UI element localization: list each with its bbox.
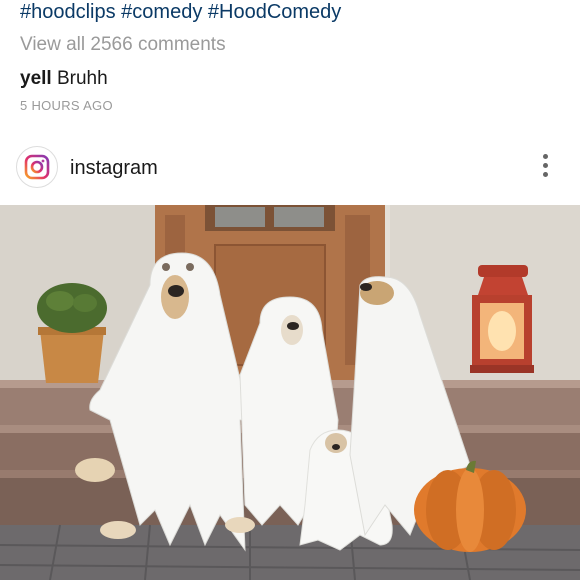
view-all-comments-link[interactable]: View all 2566 comments [20, 33, 226, 57]
post-photo-illustration [0, 205, 580, 580]
post-image[interactable] [0, 205, 580, 580]
more-vertical-icon[interactable] [536, 154, 554, 182]
post-header: instagram [0, 142, 580, 198]
comment-text: Bruhh [56, 68, 108, 89]
post-caption-hashtags[interactable]: #hoodclips #comedy #HoodComedy [20, 0, 341, 24]
post-timestamp: 5 HOURS AGO [20, 98, 113, 113]
instagram-logo-icon [24, 154, 50, 180]
post-username[interactable]: instagram [70, 156, 158, 180]
avatar[interactable] [16, 146, 58, 188]
comment-username[interactable]: yell [20, 68, 52, 89]
comment-item: yell Bruhh [20, 67, 108, 91]
